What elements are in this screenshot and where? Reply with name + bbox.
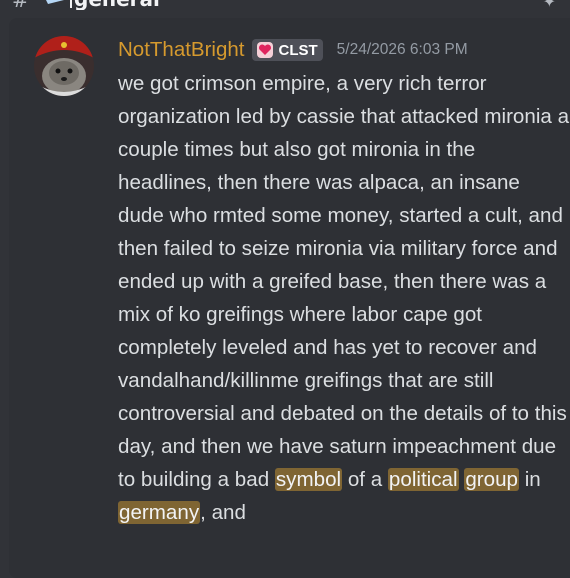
avatar-image (34, 36, 94, 96)
server-tag-label: CLST (278, 41, 318, 59)
message-timestamp[interactable]: 5/24/2026 6:03 PM (337, 41, 468, 59)
keyword-highlight: germany (118, 501, 201, 524)
message-content: we got crimson empire, a very rich terro… (118, 67, 570, 529)
keyword-highlight: political (387, 468, 459, 491)
channel-header: # general ✦ (0, 0, 570, 10)
user-avatar[interactable] (34, 36, 94, 96)
message-text: we got crimson empire, a very rich terro… (118, 72, 570, 491)
message-header: NotThatBright CLST 5/24/2026 6:03 PM (118, 36, 468, 64)
heart-icon (257, 42, 274, 58)
keyword-highlight: symbol (274, 468, 343, 491)
message-text: of a (342, 468, 388, 491)
megaphone-icon (46, 0, 64, 4)
channel-hash-icon: # (12, 0, 29, 10)
message-text: in (519, 468, 541, 491)
message-text: , and (200, 501, 246, 524)
keyword-highlight: group (464, 468, 519, 491)
server-tag[interactable]: CLST (252, 39, 323, 61)
channel-name[interactable]: general (74, 0, 160, 10)
pin-icon[interactable]: ✦ (543, 0, 556, 10)
channel-divider (70, 0, 72, 8)
username[interactable]: NotThatBright (118, 38, 244, 62)
